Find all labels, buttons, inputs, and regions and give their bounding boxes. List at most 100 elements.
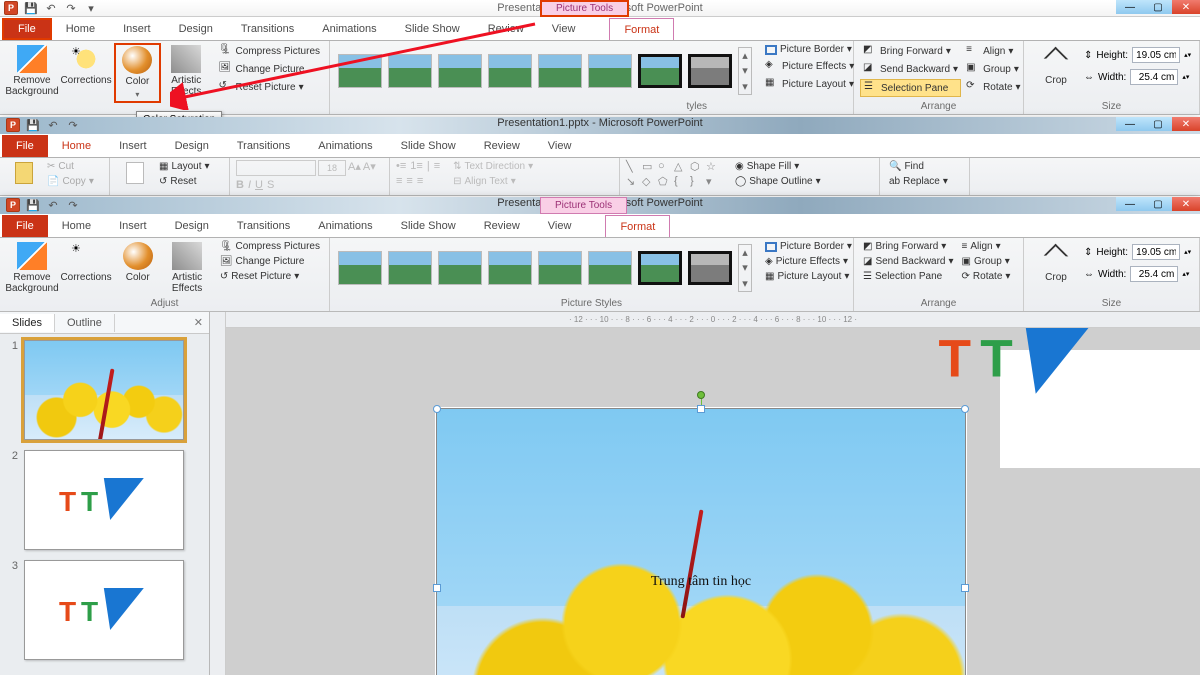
crop-button[interactable]: Crop — [1030, 43, 1082, 88]
tab-design[interactable]: Design — [161, 215, 223, 237]
tab-animations[interactable]: Animations — [304, 215, 386, 237]
bring-forward-button[interactable]: ◩Bring Forward▾ — [860, 240, 957, 253]
style-thumb[interactable] — [388, 251, 432, 285]
slides-tab[interactable]: Slides — [0, 314, 55, 332]
redo-icon[interactable]: ↷ — [66, 118, 80, 132]
corrections-button[interactable]: ☀ Corrections — [60, 43, 112, 88]
picture-effects-button[interactable]: ◈Picture Effects▾ — [762, 255, 855, 268]
shrink-font-icon[interactable]: A▾ — [363, 160, 376, 176]
resize-handle[interactable] — [433, 584, 441, 592]
minimize-button[interactable]: — — [1116, 0, 1144, 14]
tab-slideshow[interactable]: Slide Show — [387, 215, 470, 237]
tab-transitions[interactable]: Transitions — [223, 135, 304, 157]
compress-pictures-button[interactable]: 🗜Compress Pictures — [216, 43, 323, 59]
undo-icon[interactable]: ↶ — [46, 118, 60, 132]
numbering-icon[interactable]: 1≡ — [410, 160, 423, 172]
shapes-gallery[interactable]: ╲▭○△⬡☆ ↘◇⬠{}▾ — [626, 160, 720, 188]
resize-handle[interactable] — [433, 405, 441, 413]
style-thumb[interactable] — [438, 54, 482, 88]
rotate-button[interactable]: ⟳Rotate▾ — [963, 79, 1024, 95]
selected-picture[interactable]: Trung tâm tin học — [436, 408, 966, 675]
style-thumb[interactable] — [688, 251, 732, 285]
change-picture-button[interactable]: 🖼Change Picture — [217, 255, 323, 268]
reset-picture-button[interactable]: ↺Reset Picture▾ — [216, 79, 323, 95]
grow-font-icon[interactable]: A▴ — [348, 160, 361, 176]
slide-thumb-2[interactable]: 2 TT — [6, 450, 203, 550]
font-size-input[interactable]: 18 — [318, 160, 346, 176]
picture-layout-button[interactable]: ▦Picture Layout▾ — [762, 270, 855, 283]
tab-design[interactable]: Design — [161, 135, 223, 157]
style-thumb[interactable] — [338, 251, 382, 285]
style-thumb[interactable] — [488, 251, 532, 285]
remove-background-button[interactable]: Remove Background — [6, 240, 58, 296]
close-button[interactable]: ✕ — [1172, 0, 1200, 14]
picture-border-button[interactable]: Picture Border▾ — [762, 43, 857, 56]
picture-effects-button[interactable]: ◈Picture Effects▾ — [762, 58, 857, 74]
bring-forward-button[interactable]: ◩Bring Forward▾ — [860, 43, 961, 59]
paste-button[interactable] — [6, 160, 42, 186]
artistic-effects-button[interactable]: Artistic Effects — [163, 43, 210, 99]
style-thumb[interactable] — [638, 251, 682, 285]
rotate-button[interactable]: ⟳Rotate▾ — [959, 270, 1014, 283]
rotate-handle[interactable] — [697, 391, 705, 399]
gallery-expand[interactable]: ▴▾▾ — [738, 47, 752, 95]
tab-slideshow[interactable]: Slide Show — [391, 18, 474, 40]
redo-icon[interactable]: ↷ — [66, 198, 80, 212]
resize-handle[interactable] — [697, 405, 705, 413]
tab-review[interactable]: Review — [474, 18, 538, 40]
undo-icon[interactable]: ↶ — [44, 1, 58, 15]
new-slide-button[interactable] — [116, 160, 154, 186]
color-button[interactable]: Color — [114, 240, 161, 285]
tab-review[interactable]: Review — [470, 135, 534, 157]
tab-file[interactable]: File — [2, 18, 52, 40]
bold-button[interactable]: B — [236, 179, 244, 191]
tab-review[interactable]: Review — [470, 215, 534, 237]
slide-thumb-1[interactable]: 1 — [6, 340, 203, 440]
compress-pictures-button[interactable]: 🗜Compress Pictures — [217, 240, 323, 253]
tab-view[interactable]: View — [538, 18, 590, 40]
picture-styles-gallery[interactable]: ▴▾▾ — [336, 240, 754, 296]
slide-layout-button[interactable]: ▦Layout▾ — [156, 160, 213, 173]
panel-close-icon[interactable]: ✕ — [188, 316, 209, 329]
tab-file[interactable]: File — [2, 215, 48, 237]
underline-button[interactable]: U — [255, 179, 263, 191]
send-backward-button[interactable]: ◪Send Backward▾ — [860, 61, 961, 77]
style-thumb[interactable] — [538, 251, 582, 285]
tab-animations[interactable]: Animations — [304, 135, 386, 157]
style-thumb[interactable] — [488, 54, 532, 88]
tab-file[interactable]: File — [2, 135, 48, 157]
crop-button[interactable]: Crop — [1030, 240, 1082, 285]
spinner-icon[interactable]: ▴▾ — [1184, 51, 1191, 59]
spinner-icon[interactable]: ▴▾ — [1184, 248, 1191, 256]
tab-home[interactable]: Home — [52, 18, 109, 40]
tab-home[interactable]: Home — [48, 135, 105, 157]
italic-button[interactable]: I — [248, 179, 251, 191]
height-input[interactable] — [1132, 47, 1180, 63]
picture-styles-gallery[interactable]: ▴▾▾ — [336, 43, 754, 99]
tab-format[interactable]: Format — [609, 18, 674, 40]
selection-pane-button[interactable]: ☰Selection Pane — [860, 79, 961, 97]
align-right-icon[interactable]: ≡ — [417, 175, 423, 187]
tab-design[interactable]: Design — [165, 18, 227, 40]
save-icon[interactable]: 💾 — [24, 1, 38, 15]
spinner-icon[interactable]: ▴▾ — [1182, 73, 1189, 81]
send-backward-button[interactable]: ◪Send Backward▾ — [860, 255, 957, 268]
maximize-button[interactable]: ▢ — [1144, 197, 1172, 211]
redo-icon[interactable]: ↷ — [64, 1, 78, 15]
align-button[interactable]: ≡Align▾ — [959, 240, 1014, 253]
style-thumb[interactable] — [688, 54, 732, 88]
close-button[interactable]: ✕ — [1172, 197, 1200, 211]
artistic-effects-button[interactable]: Artistic Effects — [163, 240, 210, 296]
style-thumb[interactable] — [638, 54, 682, 88]
qat-customize-icon[interactable]: ▾ — [84, 1, 98, 15]
remove-background-button[interactable]: Remove Background — [6, 43, 58, 99]
tab-view[interactable]: View — [534, 135, 586, 157]
tab-transitions[interactable]: Transitions — [227, 18, 308, 40]
minimize-button[interactable]: — — [1116, 197, 1144, 211]
tab-insert[interactable]: Insert — [105, 215, 161, 237]
align-button[interactable]: ≡Align▾ — [963, 43, 1024, 59]
tab-insert[interactable]: Insert — [109, 18, 165, 40]
selection-pane-button[interactable]: ☰Selection Pane — [860, 270, 957, 283]
height-input[interactable] — [1132, 244, 1180, 260]
style-thumb[interactable] — [388, 54, 432, 88]
